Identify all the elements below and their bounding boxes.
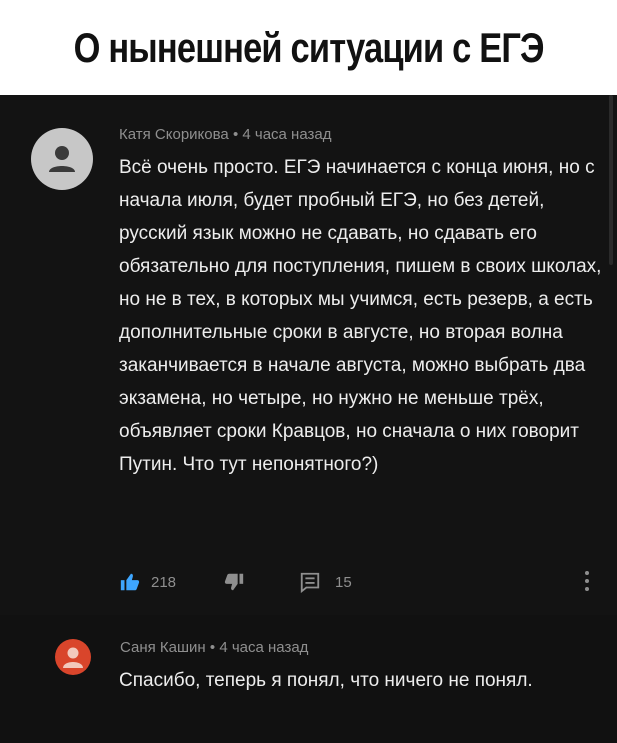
comment-author[interactable]: Катя Скорикова xyxy=(119,126,229,143)
comment-meta: Саня Кашин • 4 часа назад xyxy=(120,639,308,656)
avatar[interactable] xyxy=(55,639,91,675)
comment-meta: Катя Скорикова • 4 часа назад xyxy=(119,126,331,143)
more-options-icon[interactable] xyxy=(580,568,594,594)
scrollbar[interactable] xyxy=(609,95,613,265)
comments-panel: Катя Скорикова • 4 часа назад Всё очень … xyxy=(0,95,617,743)
comment-time[interactable]: 4 часа назад xyxy=(242,126,331,143)
meme-title: О нынешней ситуации с ЕГЭ xyxy=(73,23,544,71)
comment-card: Катя Скорикова • 4 часа назад Всё очень … xyxy=(0,95,617,615)
reply-icon xyxy=(300,572,320,593)
meta-separator: • xyxy=(232,126,239,143)
thumbs-down-icon xyxy=(224,573,244,591)
meme-header: О нынешней ситуации с ЕГЭ xyxy=(0,0,617,95)
comment-time[interactable]: 4 часа назад xyxy=(219,639,308,656)
dislike-button[interactable] xyxy=(223,569,245,595)
reply-count: 15 xyxy=(335,573,352,591)
default-avatar-icon xyxy=(49,146,75,172)
reply-button[interactable]: 15 xyxy=(299,569,352,595)
comment-text: Спасибо, теперь я понял, что ничего не п… xyxy=(119,670,533,691)
meta-separator: • xyxy=(209,639,216,656)
comment-text: Всё очень просто. ЕГЭ начинается с конца… xyxy=(119,157,602,475)
like-count: 218 xyxy=(151,573,177,591)
avatar[interactable] xyxy=(31,128,93,190)
like-button[interactable]: 218 xyxy=(119,569,176,595)
comment-actions: 218 15 xyxy=(119,569,599,595)
comment-author[interactable]: Саня Кашин xyxy=(120,639,206,656)
default-avatar-icon xyxy=(63,647,83,668)
thumbs-up-icon xyxy=(120,573,140,591)
